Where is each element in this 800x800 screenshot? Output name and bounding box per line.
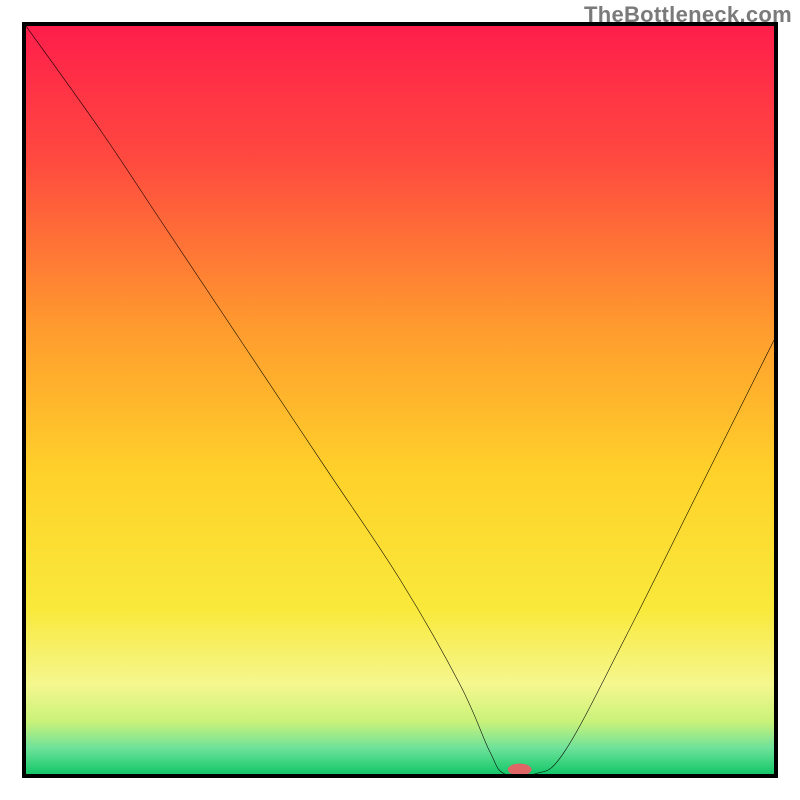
chart-stage: TheBottleneck.com	[0, 0, 800, 800]
plot-frame	[22, 22, 778, 778]
plot-area	[26, 26, 774, 774]
optimal-marker	[26, 26, 774, 774]
watermark-label: TheBottleneck.com	[584, 2, 792, 28]
